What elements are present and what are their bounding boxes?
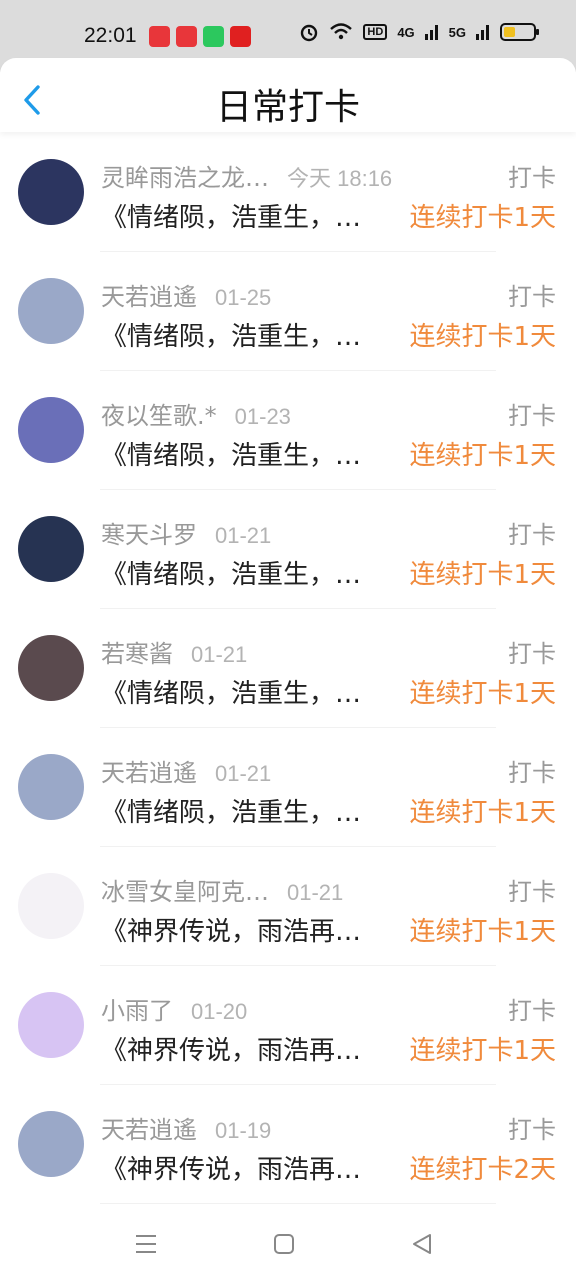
network-5g-label: 5G [448, 24, 466, 40]
battery-icon [500, 23, 539, 41]
avatar[interactable] [18, 397, 84, 463]
back-triangle-icon [413, 1234, 431, 1254]
menu-button[interactable] [126, 1228, 166, 1260]
post-title[interactable]: 《情绪陨，浩重生，… [101, 435, 361, 472]
user-name-text: 天若逍遙 [101, 1116, 197, 1144]
user-name: 天若逍遙 01-25 [101, 277, 271, 312]
user-name-text: 天若逍遙 [101, 759, 197, 787]
post-date: 01-21 [287, 880, 344, 905]
streak-label: 连续打卡1天 [409, 798, 556, 828]
list-item[interactable]: 若寒酱 01-21 打卡 《情绪陨，浩重生，… 连续打卡1天 [0, 609, 576, 728]
streak-label: 连续打卡1天 [409, 1036, 556, 1066]
home-button[interactable] [264, 1228, 304, 1260]
streak-label: 连续打卡1天 [409, 441, 556, 471]
user-name: 天若逍遙 01-19 [101, 1110, 271, 1145]
checkin-button[interactable]: 打卡 [508, 634, 556, 669]
list-item[interactable]: 灵眸雨浩之龙… 今天 18:16 打卡 《情绪陨，浩重生，… 连续打卡1天 [0, 133, 576, 252]
streak-label: 连续打卡2天 [409, 1155, 556, 1185]
post-title[interactable]: 《神界传说，雨浩再… [101, 911, 361, 948]
post-title[interactable]: 《情绪陨，浩重生，… [101, 673, 361, 710]
list-item[interactable]: 天若逍遙 01-21 打卡 《情绪陨，浩重生，… 连续打卡1天 [0, 728, 576, 847]
user-name: 小雨了 01-20 [101, 991, 247, 1026]
streak-label: 连续打卡1天 [409, 322, 556, 352]
post-date: 01-23 [234, 404, 291, 429]
avatar[interactable] [18, 873, 84, 939]
user-name-text: 寒天斗罗 [101, 521, 197, 549]
post-title[interactable]: 《情绪陨，浩重生，… [101, 792, 361, 829]
checkin-button[interactable]: 打卡 [508, 515, 556, 550]
status-time: 22:01 [84, 24, 137, 47]
post-title[interactable]: 《情绪陨，浩重生，… [101, 554, 361, 591]
avatar[interactable] [18, 159, 84, 225]
signal-icon [424, 25, 438, 40]
streak-label: 连续打卡1天 [409, 679, 556, 709]
app-notification-icon [203, 26, 224, 47]
system-nav-bar [0, 1208, 576, 1280]
avatar[interactable] [18, 278, 84, 344]
alarm-icon [301, 24, 318, 42]
avatar[interactable] [18, 1111, 84, 1177]
hd-badge: HD [363, 24, 388, 40]
checkin-button[interactable]: 打卡 [508, 277, 556, 312]
avatar[interactable] [18, 635, 84, 701]
user-name-text: 若寒酱 [101, 640, 173, 668]
post-title[interactable]: 《神界传说，雨浩再… [101, 1149, 361, 1186]
post-date: 今天 18:16 [287, 166, 393, 191]
user-name: 夜以笙歌.* 01-23 [101, 396, 291, 431]
post-date: 01-21 [215, 761, 272, 786]
user-name: 寒天斗罗 01-21 [101, 515, 271, 550]
user-name-text: 小雨了 [101, 997, 173, 1025]
post-title[interactable]: 《情绪陨，浩重生，… [101, 197, 361, 234]
post-title[interactable]: 《情绪陨，浩重生，… [101, 316, 361, 353]
user-name: 若寒酱 01-21 [101, 634, 247, 669]
checkin-button[interactable]: 打卡 [508, 753, 556, 788]
streak-label: 连续打卡1天 [409, 203, 556, 233]
checkin-button[interactable]: 打卡 [508, 1110, 556, 1145]
signal-icon [476, 25, 489, 40]
checkin-button[interactable]: 打卡 [508, 158, 556, 193]
user-name-text: 灵眸雨浩之龙… [101, 164, 269, 192]
status-right-group: HD 4G 5G [299, 22, 539, 42]
list-item[interactable]: 小雨了 01-20 打卡 《神界传说，雨浩再… 连续打卡1天 [0, 966, 576, 1085]
list-item[interactable]: 天若逍遙 01-19 打卡 《神界传说，雨浩再… 连续打卡2天 [0, 1085, 576, 1204]
user-name-text: 天若逍遙 [101, 283, 197, 311]
user-name-text: 夜以笙歌.* [101, 402, 217, 430]
user-name: 灵眸雨浩之龙… 今天 18:16 [101, 158, 392, 193]
menu-icon [136, 1235, 156, 1253]
streak-label: 连续打卡1天 [409, 917, 556, 947]
back-nav-button[interactable] [402, 1228, 442, 1260]
user-name: 冰雪女皇阿克… 01-21 [101, 872, 343, 907]
post-date: 01-21 [215, 523, 272, 548]
header-bar: 日常打卡 [0, 58, 576, 132]
streak-label: 连续打卡1天 [409, 560, 556, 590]
app-notification-icon [230, 26, 251, 47]
checkin-list: 灵眸雨浩之龙… 今天 18:16 打卡 《情绪陨，浩重生，… 连续打卡1天 天若逍… [0, 133, 576, 1204]
post-date: 01-20 [191, 999, 248, 1024]
post-date: 01-19 [215, 1118, 272, 1143]
checkin-button[interactable]: 打卡 [508, 991, 556, 1026]
checkin-button[interactable]: 打卡 [508, 872, 556, 907]
app-notification-icon [149, 26, 170, 47]
notification-app-icons [149, 26, 251, 47]
list-item[interactable]: 夜以笙歌.* 01-23 打卡 《情绪陨，浩重生，… 连续打卡1天 [0, 371, 576, 490]
network-4g-label: 4G [397, 24, 415, 40]
page-title: 日常打卡 [215, 87, 360, 128]
checkin-button[interactable]: 打卡 [508, 396, 556, 431]
post-date: 01-25 [215, 285, 272, 310]
avatar[interactable] [18, 992, 84, 1058]
wifi-icon [330, 23, 353, 40]
post-date: 01-21 [191, 642, 248, 667]
user-name: 天若逍遙 01-21 [101, 753, 271, 788]
list-item[interactable]: 冰雪女皇阿克… 01-21 打卡 《神界传说，雨浩再… 连续打卡1天 [0, 847, 576, 966]
post-title[interactable]: 《神界传说，雨浩再… [101, 1030, 361, 1067]
list-item[interactable]: 天若逍遙 01-25 打卡 《情绪陨，浩重生，… 连续打卡1天 [0, 252, 576, 371]
home-square-icon [274, 1234, 294, 1254]
app-notification-icon [176, 26, 197, 47]
avatar[interactable] [18, 754, 84, 820]
list-item[interactable]: 寒天斗罗 01-21 打卡 《情绪陨，浩重生，… 连续打卡1天 [0, 490, 576, 609]
user-name-text: 冰雪女皇阿克… [101, 878, 269, 906]
avatar[interactable] [18, 516, 84, 582]
